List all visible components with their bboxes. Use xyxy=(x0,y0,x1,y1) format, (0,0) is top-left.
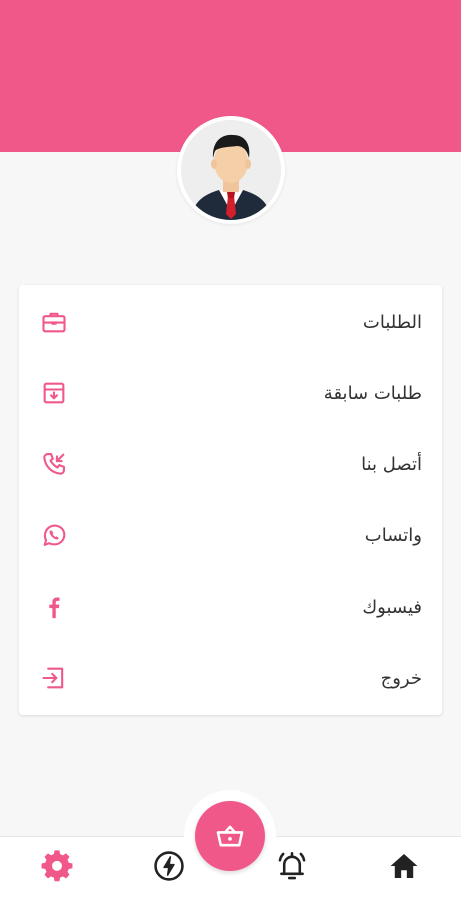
home-icon xyxy=(390,853,418,879)
bell-alarm-icon xyxy=(278,851,306,880)
whatsapp-icon xyxy=(39,520,69,550)
menu-item-logout[interactable]: خروج xyxy=(19,642,442,714)
archive-box-icon xyxy=(39,378,69,408)
cart-fab-button[interactable] xyxy=(195,801,265,871)
menu-item-whatsapp[interactable]: واتساب xyxy=(19,499,442,571)
logout-icon xyxy=(39,663,69,693)
avatar-frame xyxy=(177,116,285,224)
menu-item-facebook[interactable]: فيسبوك xyxy=(19,571,442,643)
nav-offers-button[interactable] xyxy=(149,846,189,886)
nav-home-button[interactable] xyxy=(384,846,424,886)
menu-card: الطلبات طلبات سابقة أتصل بنا واتساب فيسب… xyxy=(19,285,442,715)
gear-icon xyxy=(41,850,73,882)
businessman-avatar-icon xyxy=(181,120,281,220)
avatar[interactable] xyxy=(181,120,281,220)
menu-item-label: خروج xyxy=(380,667,422,689)
menu-item-label: طلبات سابقة xyxy=(323,382,422,404)
menu-item-contact-us[interactable]: أتصل بنا xyxy=(19,428,442,500)
phone-incoming-icon xyxy=(39,449,69,479)
facebook-icon xyxy=(39,592,69,622)
briefcase-icon xyxy=(39,307,69,337)
nav-notifications-button[interactable] xyxy=(272,846,312,886)
basket-icon xyxy=(216,825,244,847)
menu-item-label: أتصل بنا xyxy=(361,453,422,475)
menu-item-label: الطلبات xyxy=(362,311,422,333)
menu-item-label: فيسبوك xyxy=(362,596,422,618)
menu-item-label: واتساب xyxy=(364,524,422,546)
menu-item-previous-orders[interactable]: طلبات سابقة xyxy=(19,357,442,429)
nav-settings-button[interactable] xyxy=(37,846,77,886)
lightning-icon xyxy=(154,851,184,881)
menu-item-orders[interactable]: الطلبات xyxy=(19,286,442,358)
